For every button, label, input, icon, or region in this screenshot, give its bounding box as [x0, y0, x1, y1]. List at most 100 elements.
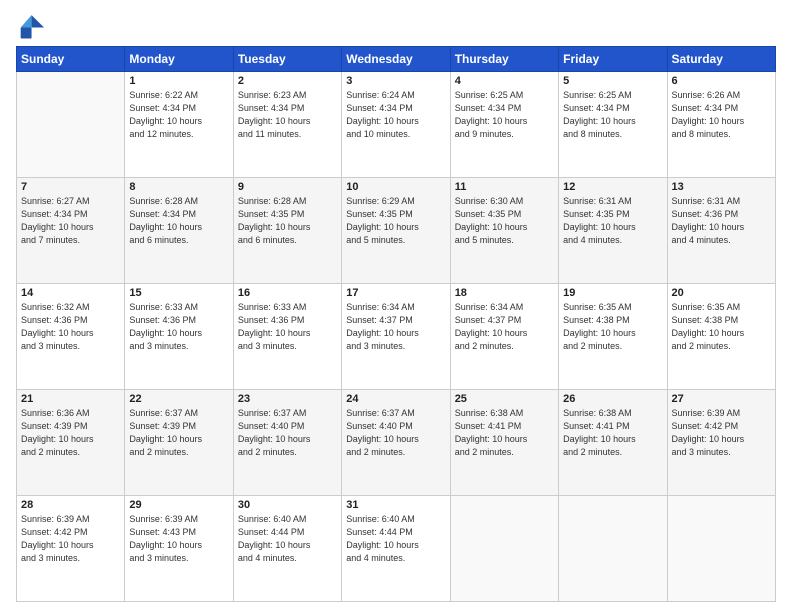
- day-info: Sunrise: 6:31 AM Sunset: 4:35 PM Dayligh…: [563, 195, 662, 247]
- day-number: 21: [21, 393, 120, 405]
- day-info: Sunrise: 6:26 AM Sunset: 4:34 PM Dayligh…: [672, 89, 771, 141]
- calendar-cell: 22 Sunrise: 6:37 AM Sunset: 4:39 PM Dayli…: [125, 390, 233, 496]
- week-row-3: 14 Sunrise: 6:32 AM Sunset: 4:36 PM Dayli…: [17, 284, 776, 390]
- calendar-cell: 23Sunrise: 6:37 AM Sunset: 4:40 PM Dayli…: [233, 390, 341, 496]
- day-number: 23: [238, 393, 337, 405]
- day-number: 13: [672, 181, 771, 193]
- day-info: Sunrise: 6:28 AM Sunset: 4:34 PM Dayligh…: [129, 195, 228, 247]
- calendar-cell: 16 Sunrise: 6:33 AM Sunset: 4:36 PM Dayli…: [233, 284, 341, 390]
- day-info: Sunrise: 6:24 AM Sunset: 4:34 PM Dayligh…: [346, 89, 445, 141]
- day-info: Sunrise: 6:33 AM Sunset: 4:36 PM Dayligh…: [129, 301, 228, 353]
- week-row-1: 1 Sunrise: 6:22 AM Sunset: 4:34 PM Daylig…: [17, 72, 776, 178]
- logo: [16, 12, 48, 40]
- calendar-cell: 21 Sunrise: 6:36 AM Sunset: 4:39 PM Dayli…: [17, 390, 125, 496]
- day-info: Sunrise: 6:37 AM Sunset: 4:39 PM Dayligh…: [129, 407, 228, 459]
- calendar-cell: 29Sunrise: 6:39 AM Sunset: 4:43 PM Dayli…: [125, 496, 233, 602]
- day-number: 30: [238, 499, 337, 511]
- calendar-cell: 8 Sunrise: 6:28 AM Sunset: 4:34 PM Daylig…: [125, 178, 233, 284]
- calendar-cell: 7 Sunrise: 6:27 AM Sunset: 4:34 PM Daylig…: [17, 178, 125, 284]
- day-number: 25: [455, 393, 554, 405]
- calendar-cell: 19 Sunrise: 6:35 AM Sunset: 4:38 PM Dayli…: [559, 284, 667, 390]
- calendar-cell: 27 Sunrise: 6:39 AM Sunset: 4:42 PM Dayli…: [667, 390, 775, 496]
- calendar-cell: 24Sunrise: 6:37 AM Sunset: 4:40 PM Dayli…: [342, 390, 450, 496]
- day-info: Sunrise: 6:33 AM Sunset: 4:36 PM Dayligh…: [238, 301, 337, 353]
- week-row-5: 28 Sunrise: 6:39 AM Sunset: 4:42 PM Dayli…: [17, 496, 776, 602]
- day-number: 14: [21, 287, 120, 299]
- day-info: Sunrise: 6:27 AM Sunset: 4:34 PM Dayligh…: [21, 195, 120, 247]
- calendar-cell: [17, 72, 125, 178]
- day-info: Sunrise: 6:23 AM Sunset: 4:34 PM Dayligh…: [238, 89, 337, 141]
- day-number: 11: [455, 181, 554, 193]
- calendar-table: SundayMondayTuesdayWednesdayThursdayFrid…: [16, 46, 776, 602]
- day-number: 22: [129, 393, 228, 405]
- day-info: Sunrise: 6:38 AM Sunset: 4:41 PM Dayligh…: [455, 407, 554, 459]
- day-info: Sunrise: 6:22 AM Sunset: 4:34 PM Dayligh…: [129, 89, 228, 141]
- calendar-cell: 30 Sunrise: 6:40 AM Sunset: 4:44 PM Dayli…: [233, 496, 341, 602]
- day-number: 10: [346, 181, 445, 193]
- day-number: 1: [129, 75, 228, 87]
- day-info: Sunrise: 6:39 AM Sunset: 4:43 PM Dayligh…: [129, 513, 228, 565]
- day-info: Sunrise: 6:40 AM Sunset: 4:44 PM Dayligh…: [346, 513, 445, 565]
- calendar-cell: 5 Sunrise: 6:25 AM Sunset: 4:34 PM Daylig…: [559, 72, 667, 178]
- logo-icon: [16, 12, 44, 40]
- calendar-cell: 10 Sunrise: 6:29 AM Sunset: 4:35 PM Dayli…: [342, 178, 450, 284]
- calendar-cell: 15 Sunrise: 6:33 AM Sunset: 4:36 PM Dayli…: [125, 284, 233, 390]
- day-info: Sunrise: 6:32 AM Sunset: 4:36 PM Dayligh…: [21, 301, 120, 353]
- page: SundayMondayTuesdayWednesdayThursdayFrid…: [0, 0, 792, 612]
- day-info: Sunrise: 6:38 AM Sunset: 4:41 PM Dayligh…: [563, 407, 662, 459]
- day-info: Sunrise: 6:39 AM Sunset: 4:42 PM Dayligh…: [672, 407, 771, 459]
- day-number: 15: [129, 287, 228, 299]
- calendar-cell: 2 Sunrise: 6:23 AM Sunset: 4:34 PM Daylig…: [233, 72, 341, 178]
- day-number: 17: [346, 287, 445, 299]
- day-number: 7: [21, 181, 120, 193]
- day-header-saturday: Saturday: [667, 47, 775, 72]
- day-info: Sunrise: 6:30 AM Sunset: 4:35 PM Dayligh…: [455, 195, 554, 247]
- day-number: 16: [238, 287, 337, 299]
- calendar-cell: 12Sunrise: 6:31 AM Sunset: 4:35 PM Dayli…: [559, 178, 667, 284]
- day-number: 5: [563, 75, 662, 87]
- calendar-cell: 4Sunrise: 6:25 AM Sunset: 4:34 PM Daylig…: [450, 72, 558, 178]
- calendar-cell: 25 Sunrise: 6:38 AM Sunset: 4:41 PM Dayli…: [450, 390, 558, 496]
- calendar-cell: 28 Sunrise: 6:39 AM Sunset: 4:42 PM Dayli…: [17, 496, 125, 602]
- day-header-friday: Friday: [559, 47, 667, 72]
- day-info: Sunrise: 6:28 AM Sunset: 4:35 PM Dayligh…: [238, 195, 337, 247]
- day-info: Sunrise: 6:39 AM Sunset: 4:42 PM Dayligh…: [21, 513, 120, 565]
- day-number: 8: [129, 181, 228, 193]
- calendar-cell: 31 Sunrise: 6:40 AM Sunset: 4:44 PM Dayli…: [342, 496, 450, 602]
- day-header-tuesday: Tuesday: [233, 47, 341, 72]
- calendar-cell: 13Sunrise: 6:31 AM Sunset: 4:36 PM Dayli…: [667, 178, 775, 284]
- day-info: Sunrise: 6:34 AM Sunset: 4:37 PM Dayligh…: [455, 301, 554, 353]
- calendar-cell: 17 Sunrise: 6:34 AM Sunset: 4:37 PM Dayli…: [342, 284, 450, 390]
- calendar-cell: 3 Sunrise: 6:24 AM Sunset: 4:34 PM Daylig…: [342, 72, 450, 178]
- calendar-header-row: SundayMondayTuesdayWednesdayThursdayFrid…: [17, 47, 776, 72]
- calendar-cell: [667, 496, 775, 602]
- header: [16, 12, 776, 40]
- calendar-cell: [559, 496, 667, 602]
- week-row-4: 21 Sunrise: 6:36 AM Sunset: 4:39 PM Dayli…: [17, 390, 776, 496]
- day-number: 3: [346, 75, 445, 87]
- day-number: 26: [563, 393, 662, 405]
- day-number: 6: [672, 75, 771, 87]
- day-number: 19: [563, 287, 662, 299]
- calendar-cell: 20Sunrise: 6:35 AM Sunset: 4:38 PM Dayli…: [667, 284, 775, 390]
- day-number: 28: [21, 499, 120, 511]
- day-number: 20: [672, 287, 771, 299]
- calendar-cell: 6 Sunrise: 6:26 AM Sunset: 4:34 PM Daylig…: [667, 72, 775, 178]
- week-row-2: 7 Sunrise: 6:27 AM Sunset: 4:34 PM Daylig…: [17, 178, 776, 284]
- day-number: 27: [672, 393, 771, 405]
- day-info: Sunrise: 6:40 AM Sunset: 4:44 PM Dayligh…: [238, 513, 337, 565]
- calendar-cell: 26 Sunrise: 6:38 AM Sunset: 4:41 PM Dayli…: [559, 390, 667, 496]
- day-info: Sunrise: 6:25 AM Sunset: 4:34 PM Dayligh…: [455, 89, 554, 141]
- day-header-sunday: Sunday: [17, 47, 125, 72]
- day-info: Sunrise: 6:35 AM Sunset: 4:38 PM Dayligh…: [563, 301, 662, 353]
- day-info: Sunrise: 6:25 AM Sunset: 4:34 PM Dayligh…: [563, 89, 662, 141]
- calendar-cell: 18Sunrise: 6:34 AM Sunset: 4:37 PM Dayli…: [450, 284, 558, 390]
- calendar-cell: 1 Sunrise: 6:22 AM Sunset: 4:34 PM Daylig…: [125, 72, 233, 178]
- day-info: Sunrise: 6:29 AM Sunset: 4:35 PM Dayligh…: [346, 195, 445, 247]
- day-header-thursday: Thursday: [450, 47, 558, 72]
- day-number: 2: [238, 75, 337, 87]
- day-info: Sunrise: 6:36 AM Sunset: 4:39 PM Dayligh…: [21, 407, 120, 459]
- day-header-wednesday: Wednesday: [342, 47, 450, 72]
- day-info: Sunrise: 6:34 AM Sunset: 4:37 PM Dayligh…: [346, 301, 445, 353]
- day-number: 31: [346, 499, 445, 511]
